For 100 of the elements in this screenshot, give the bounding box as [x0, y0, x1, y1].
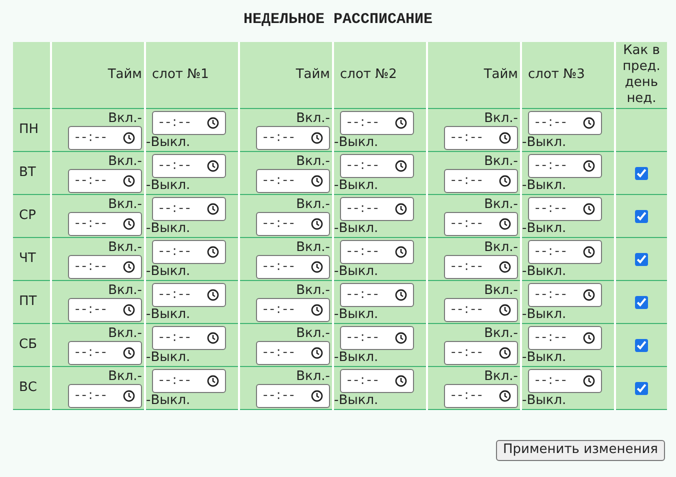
on-label: Вкл.-: [484, 154, 518, 168]
on-label: Вкл.-: [296, 368, 330, 384]
time-field[interactable]: --:--: [256, 298, 330, 322]
clock-icon: [123, 174, 135, 186]
off-label: -Выкл.: [522, 350, 566, 364]
clock-icon: [123, 132, 135, 144]
same-as-previous-checkbox[interactable]: [635, 252, 648, 266]
time-field[interactable]: --:--: [340, 282, 414, 306]
time-field[interactable]: --:--: [444, 298, 518, 322]
time-field[interactable]: --:--: [68, 298, 142, 322]
off-label: -Выкл.: [146, 392, 190, 408]
time-field[interactable]: --:--: [256, 254, 330, 278]
off-label: -Выкл.: [146, 306, 190, 322]
column-header: слот №1: [152, 67, 209, 82]
off-label: -Выкл.: [334, 264, 378, 278]
same-as-previous-checkbox[interactable]: [635, 382, 648, 395]
off-label: -Выкл.: [334, 178, 378, 192]
off-label: -Выкл.: [334, 220, 378, 236]
same-as-previous-checkbox[interactable]: [635, 210, 648, 223]
time-field[interactable]: --:--: [444, 254, 518, 278]
off-label: -Выкл.: [522, 264, 566, 278]
time-field[interactable]: --:--: [528, 240, 602, 264]
on-label: Вкл.-: [296, 240, 330, 254]
clock-icon: [499, 346, 511, 358]
time-field[interactable]: --:--: [444, 168, 518, 192]
time-field[interactable]: --:--: [444, 384, 518, 408]
clock-icon: [499, 218, 511, 230]
time-field[interactable]: --:--: [528, 326, 602, 350]
column-header: Тайм: [484, 67, 518, 82]
on-label: Вкл.-: [296, 154, 330, 168]
time-field[interactable]: --:--: [68, 384, 142, 408]
off-label: -Выкл.: [146, 264, 190, 278]
off-label: -Выкл.: [146, 220, 190, 236]
on-label: Вкл.-: [108, 110, 142, 126]
time-field[interactable]: --:--: [528, 154, 602, 178]
time-field[interactable]: --:--: [152, 282, 226, 306]
on-label: Вкл.-: [484, 368, 518, 384]
time-field[interactable]: --:--: [340, 196, 414, 220]
clock-icon: [311, 132, 323, 144]
time-field[interactable]: --:--: [152, 368, 226, 392]
time-field[interactable]: --:--: [68, 212, 142, 236]
time-field[interactable]: --:--: [340, 326, 414, 350]
time-field[interactable]: --:--: [256, 384, 330, 408]
same-as-previous-checkbox[interactable]: [635, 296, 648, 309]
time-field[interactable]: --:--: [256, 126, 330, 150]
time-field[interactable]: --:--: [528, 196, 602, 220]
clock-icon: [123, 260, 135, 272]
time-field[interactable]: --:--: [444, 340, 518, 364]
clock-icon: [207, 160, 219, 172]
clock-icon: [583, 288, 595, 300]
clock-icon: [123, 390, 135, 402]
clock-icon: [583, 246, 595, 258]
time-field[interactable]: --:--: [68, 340, 142, 364]
clock-icon: [311, 260, 323, 272]
on-label: Вкл.-: [108, 154, 142, 168]
time-field[interactable]: --:--: [340, 110, 414, 134]
time-field[interactable]: --:--: [152, 326, 226, 350]
time-field[interactable]: --:--: [256, 168, 330, 192]
same-as-previous-checkbox[interactable]: [635, 338, 648, 352]
clock-icon: [499, 132, 511, 144]
clock-icon: [207, 374, 219, 386]
time-field[interactable]: --:--: [340, 240, 414, 264]
on-label: Вкл.-: [108, 196, 142, 212]
time-field[interactable]: --:--: [444, 126, 518, 150]
apply-button[interactable]: Применить изменения: [496, 440, 665, 460]
off-label: -Выкл.: [522, 134, 566, 150]
time-field[interactable]: --:--: [256, 340, 330, 364]
same-as-previous-checkbox[interactable]: [635, 166, 648, 180]
off-label: -Выкл.: [522, 392, 566, 408]
clock-icon: [499, 390, 511, 402]
time-field[interactable]: --:--: [68, 168, 142, 192]
clock-icon: [207, 116, 219, 128]
time-field[interactable]: --:--: [152, 154, 226, 178]
clock-icon: [395, 246, 407, 258]
on-label: Вкл.-: [484, 240, 518, 254]
column-header: Тайм: [296, 67, 330, 82]
off-label: -Выкл.: [334, 350, 378, 364]
time-field[interactable]: --:--: [340, 154, 414, 178]
time-field[interactable]: --:--: [444, 212, 518, 236]
time-field[interactable]: --:--: [68, 254, 142, 278]
time-field[interactable]: --:--: [152, 240, 226, 264]
day-label: ПТ: [19, 294, 37, 309]
clock-icon: [123, 218, 135, 230]
time-field[interactable]: --:--: [68, 126, 142, 150]
time-field[interactable]: --:--: [152, 110, 226, 134]
day-label: ЧТ: [19, 250, 36, 266]
time-field[interactable]: --:--: [528, 368, 602, 392]
time-field[interactable]: --:--: [528, 110, 602, 134]
off-label: -Выкл.: [146, 178, 190, 192]
time-field[interactable]: --:--: [152, 196, 226, 220]
time-field[interactable]: --:--: [340, 368, 414, 392]
on-label: Вкл.-: [108, 326, 142, 340]
off-label: -Выкл.: [334, 306, 378, 322]
clock-icon: [583, 332, 595, 344]
clock-icon: [207, 246, 219, 258]
time-field[interactable]: --:--: [528, 282, 602, 306]
on-label: Вкл.-: [296, 282, 330, 298]
time-field[interactable]: --:--: [256, 212, 330, 236]
clock-icon: [583, 202, 595, 214]
clock-icon: [311, 174, 323, 186]
